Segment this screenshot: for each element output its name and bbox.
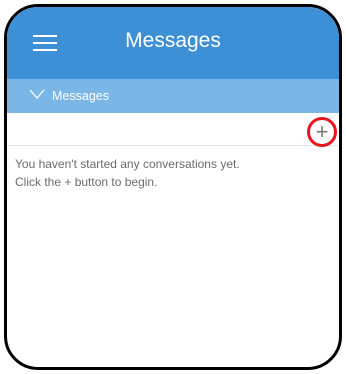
messages-section-header[interactable]: Messages bbox=[7, 79, 339, 113]
empty-state-message: You haven't started any conversations ye… bbox=[15, 155, 335, 191]
add-conversation-button[interactable]: + bbox=[307, 117, 337, 147]
plus-icon: + bbox=[315, 119, 329, 144]
messages-toolbar: + bbox=[7, 113, 339, 147]
device-frame: Messages Messages + You haven't started … bbox=[4, 4, 342, 370]
app-header: Messages bbox=[7, 7, 339, 79]
empty-state-line-2: Click the + button to begin. bbox=[15, 175, 158, 189]
chevron-down-icon bbox=[29, 89, 45, 99]
empty-state-line-1: You haven't started any conversations ye… bbox=[15, 157, 240, 171]
section-label: Messages bbox=[52, 89, 109, 103]
page-title: Messages bbox=[125, 29, 221, 52]
